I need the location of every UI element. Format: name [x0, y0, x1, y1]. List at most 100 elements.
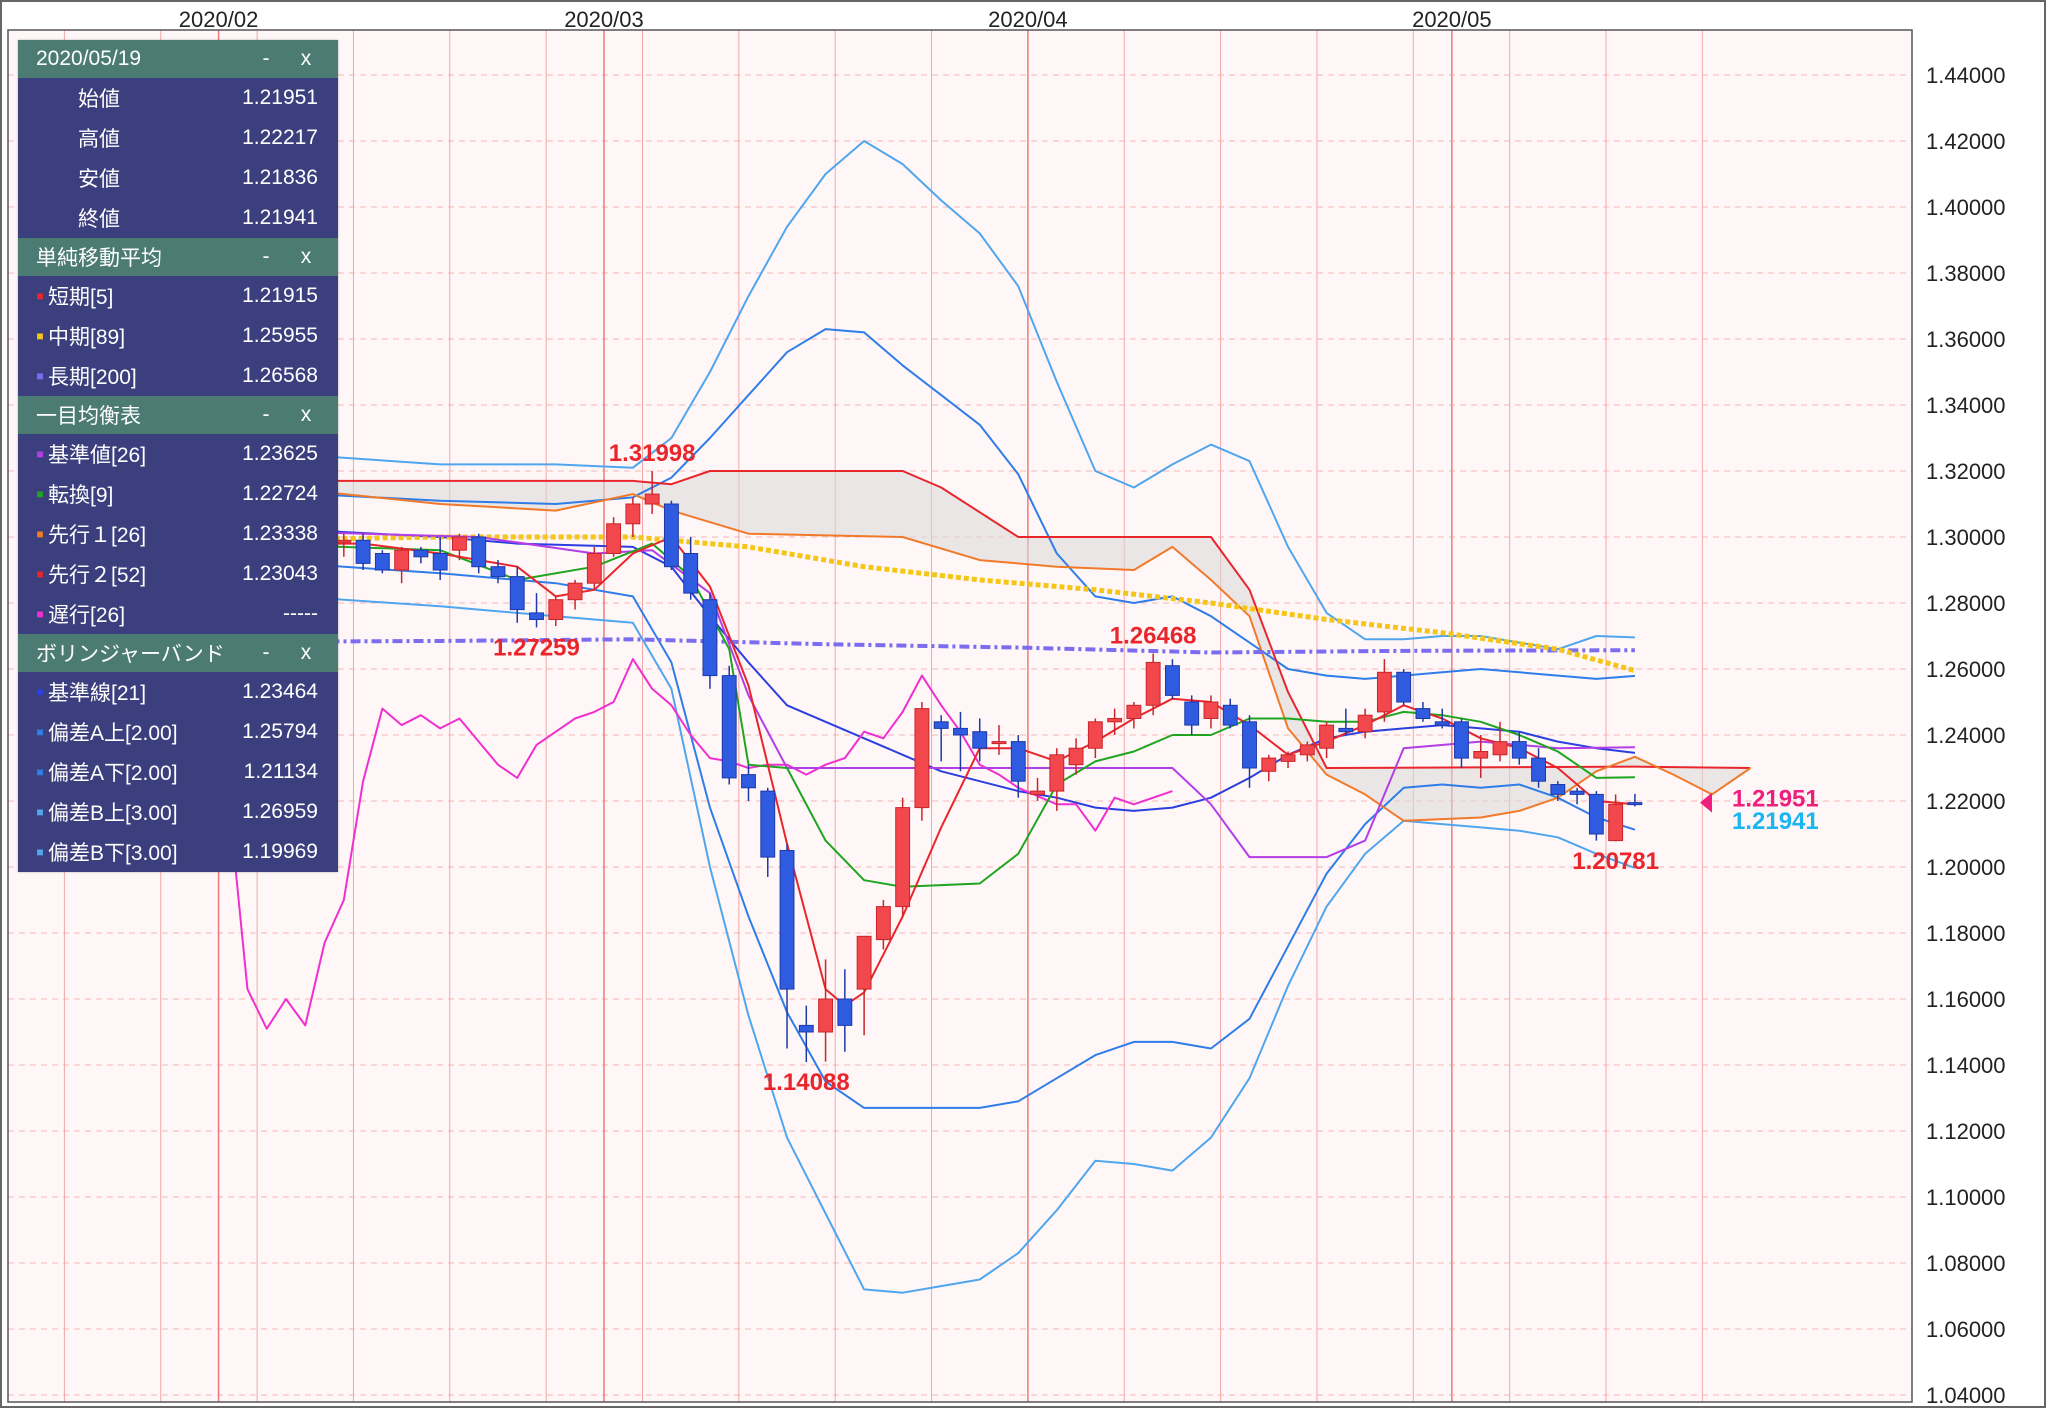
candle-body	[1145, 661, 1161, 706]
candle-body	[856, 935, 872, 990]
candle-body	[1242, 721, 1257, 769]
candle-body	[625, 503, 641, 525]
bollinger-row-b-down: ■ 偏差B下[3.00] 1.19969	[18, 832, 338, 872]
candle-body	[586, 553, 602, 584]
bb-a-up-value: 1.25794	[242, 720, 318, 743]
kijun-value: 1.23625	[242, 442, 318, 465]
y-tick-label: 1.12000	[1926, 1119, 2006, 1144]
span-b-color-icon: ■	[36, 567, 44, 581]
y-tick-label: 1.44000	[1926, 63, 2006, 88]
ichimoku-title: 一目均衡表	[36, 405, 141, 428]
candle-body	[374, 553, 390, 571]
candle-body	[1030, 790, 1045, 795]
chikou-value: -----	[283, 602, 318, 625]
candle-body	[567, 582, 583, 601]
bb-a-up-color-icon: ■	[36, 725, 44, 739]
ichimoku-minimize-button[interactable]: -	[246, 403, 286, 427]
ohlc-row-open: 始値 1.21951	[18, 78, 338, 118]
x-month-label: 2020/04	[988, 7, 1068, 32]
sma-title: 単純移動平均	[36, 247, 162, 270]
candle-body	[1608, 803, 1624, 842]
candle-body	[1434, 721, 1450, 726]
bollinger-row-a-up: ■ 偏差A上[2.00] 1.25794	[18, 712, 338, 752]
candle-body	[972, 731, 988, 749]
ohlc-open-value: 1.21951	[242, 86, 318, 109]
sma-row-long: ■ 長期[200] 1.26568	[18, 356, 338, 396]
candle-body	[663, 503, 679, 568]
y-tick-label: 1.16000	[1926, 987, 2006, 1012]
bb-mid-label: 基準線[21]	[48, 682, 147, 705]
candle-body	[741, 774, 756, 789]
span-a-color-icon: ■	[36, 527, 44, 541]
tenkan-color-icon: ■	[36, 487, 44, 501]
ohlc-close-button[interactable]: x	[286, 47, 326, 71]
bollinger-row-a-down: ■ 偏差A下[2.00] 1.21134	[18, 752, 338, 792]
candle-body	[1299, 744, 1315, 756]
y-tick-label: 1.18000	[1926, 921, 2006, 946]
ohlc-minimize-button[interactable]: -	[246, 47, 286, 71]
candle-body	[432, 553, 448, 571]
candle-body	[490, 566, 506, 578]
candle-body	[471, 536, 487, 568]
bollinger-row-mid: ■ 基準線[21] 1.23464	[18, 672, 338, 712]
candle-body	[1627, 802, 1643, 806]
candle-body	[953, 727, 968, 736]
span-b-label: 先行２[52]	[48, 564, 147, 587]
y-tick-label: 1.04000	[1926, 1383, 2006, 1408]
ohlc-high-value: 1.22217	[242, 126, 318, 149]
candle-body	[914, 708, 930, 809]
sma-close-button[interactable]: x	[286, 245, 326, 269]
y-tick-label: 1.20000	[1926, 855, 2006, 880]
candle-body	[818, 998, 834, 1033]
bb-b-down-value: 1.19969	[242, 840, 318, 863]
ohlc-date: 2020/05/19	[36, 47, 142, 70]
extreme-price-label: 1.14088	[763, 1069, 850, 1096]
bb-b-down-color-icon: ■	[36, 845, 44, 859]
extreme-price-label: 1.27259	[493, 634, 580, 661]
bollinger-title: ボリンジャーバンド	[36, 643, 225, 666]
ohlc-close-value: 1.21941	[242, 206, 318, 229]
close-price-tag: 1.21941	[1732, 808, 1819, 835]
y-tick-label: 1.26000	[1926, 657, 2006, 682]
y-tick-label: 1.06000	[1926, 1317, 2006, 1342]
bb-mid-color-icon: ■	[36, 685, 44, 699]
candle-body	[1454, 721, 1469, 759]
candle-body	[1049, 754, 1065, 792]
kijun-color-icon: ■	[36, 447, 44, 461]
candle-body	[1261, 757, 1277, 772]
sma-row-mid: ■ 中期[89] 1.25955	[18, 316, 338, 356]
candle-body	[1415, 708, 1431, 719]
ichimoku-row-tenkan: ■ 転換[9] 1.22724	[18, 474, 338, 514]
tenkan-value: 1.22724	[242, 482, 318, 505]
sma-mid-value: 1.25955	[242, 324, 318, 347]
candle-body	[1126, 704, 1142, 719]
y-tick-label: 1.10000	[1926, 1185, 2006, 1210]
candle-body	[1588, 793, 1604, 835]
chikou-label: 遅行[26]	[48, 604, 126, 627]
ichimoku-close-button[interactable]: x	[286, 403, 326, 427]
bollinger-close-button[interactable]: x	[286, 641, 326, 665]
extreme-price-label: 1.20781	[1572, 848, 1659, 875]
candle-body	[1376, 671, 1392, 713]
x-month-label: 2020/02	[179, 7, 259, 32]
y-tick-label: 1.28000	[1926, 591, 2006, 616]
sma-short-value: 1.21915	[242, 284, 318, 307]
candle-body	[837, 998, 853, 1026]
candle-body	[895, 807, 911, 908]
bb-mid-value: 1.23464	[242, 680, 318, 703]
candle-body	[933, 721, 949, 729]
candle-body	[394, 549, 410, 571]
bb-a-down-color-icon: ■	[36, 765, 44, 779]
candle-body	[1164, 665, 1180, 696]
y-tick-label: 1.36000	[1926, 327, 2006, 352]
sma-minimize-button[interactable]: -	[246, 245, 286, 269]
extreme-price-label: 1.31998	[609, 440, 696, 467]
candle-body	[1357, 714, 1373, 733]
candle-body	[991, 741, 1007, 745]
bollinger-minimize-button[interactable]: -	[246, 641, 286, 665]
candle-body	[1531, 757, 1546, 782]
candle-body	[798, 1024, 814, 1033]
ichimoku-panel-header: 一目均衡表 - x	[18, 396, 338, 434]
candle-body	[509, 576, 525, 611]
candle-body	[1222, 704, 1238, 726]
